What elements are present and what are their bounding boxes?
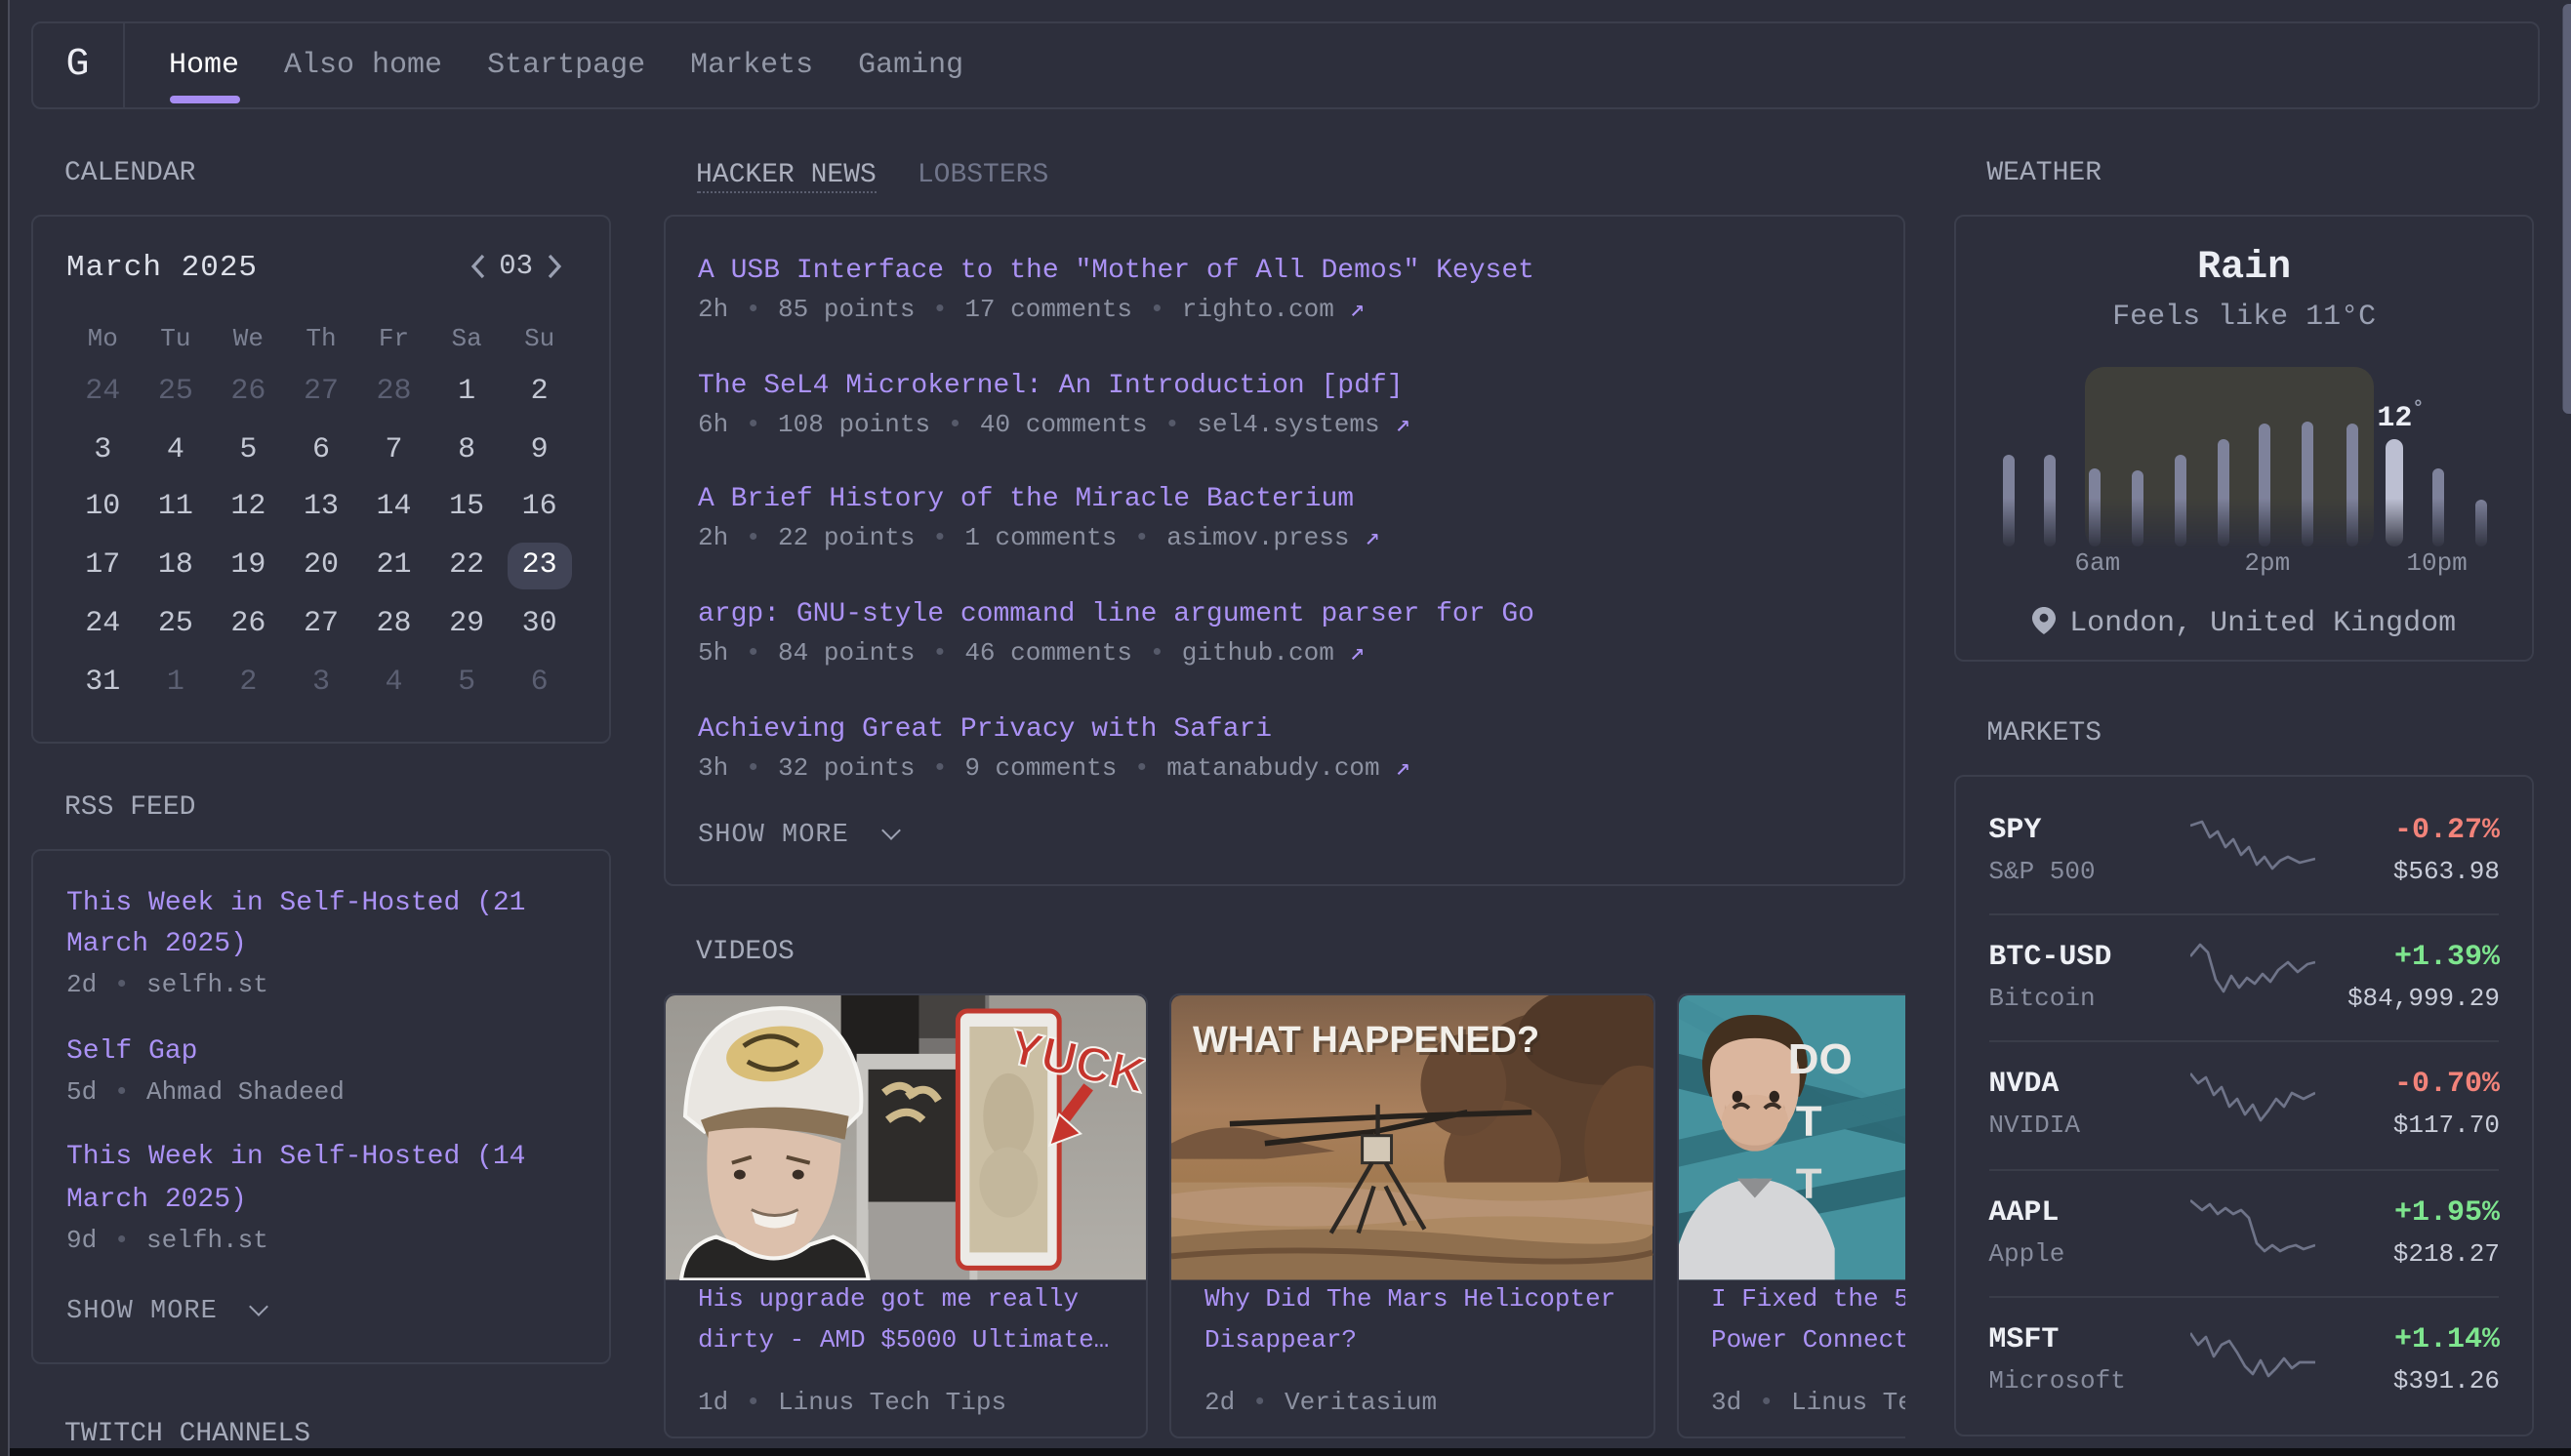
svg-text:WHAT HAPPENED?: WHAT HAPPENED? bbox=[1193, 1020, 1539, 1061]
svg-text:T: T bbox=[1795, 1160, 1821, 1208]
svg-text:T: T bbox=[1795, 1098, 1821, 1146]
svg-text:DO: DO bbox=[1787, 1035, 1852, 1083]
